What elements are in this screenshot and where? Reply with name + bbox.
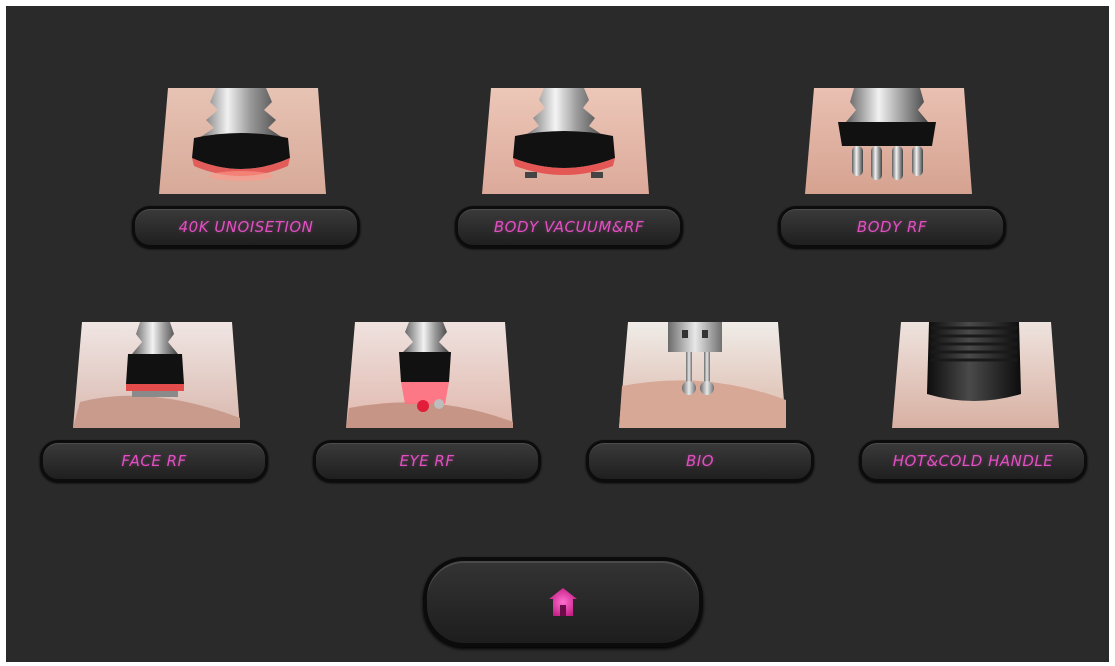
eye-rf-handle-icon[interactable] (313, 322, 543, 432)
menu-button-body-vacuum-rf[interactable]: BODY VACUUM&RF (455, 206, 683, 248)
menu-label: HOT&COLD HANDLE (892, 452, 1054, 470)
menu-label: 40K UNOISETION (178, 218, 314, 236)
menu-label: BODY VACUUM&RF (493, 218, 645, 236)
bio-handle-icon[interactable] (586, 322, 816, 432)
menu-label: EYE RF (399, 452, 455, 470)
menu-tile-eye-rf[interactable]: EYE RF (313, 322, 543, 542)
face-rf-handle-icon[interactable] (40, 322, 270, 432)
menu-tile-face-rf[interactable]: FACE RF (40, 322, 270, 542)
menu-button-body-rf[interactable]: BODY RF (778, 206, 1006, 248)
menu-tile-cavitation[interactable]: 40K UNOISETION (126, 88, 360, 308)
hot-cold-handle-icon[interactable] (859, 322, 1089, 432)
menu-label: BODY RF (856, 218, 928, 236)
menu-button-bio[interactable]: BIO (586, 440, 814, 482)
home-button[interactable] (423, 557, 703, 647)
body-rf-handle-icon[interactable] (772, 88, 1002, 198)
menu-tile-body-vacuum-rf[interactable]: BODY VACUUM&RF (449, 88, 683, 308)
vacuum-rf-handle-icon[interactable] (449, 88, 679, 198)
menu-tile-hot-cold[interactable]: HOT&COLD HANDLE (859, 322, 1089, 542)
menu-button-eye-rf[interactable]: EYE RF (313, 440, 541, 482)
menu-button-face-rf[interactable]: FACE RF (40, 440, 268, 482)
treatment-menu-screen: 40K UNOISETION BODY VACUUM&RF BODY RF FA… (6, 6, 1109, 662)
menu-tile-body-rf[interactable]: BODY RF (772, 88, 1006, 308)
menu-button-hot-cold[interactable]: HOT&COLD HANDLE (859, 440, 1087, 482)
home-icon (549, 588, 577, 616)
menu-label: BIO (685, 452, 715, 470)
menu-tile-bio[interactable]: BIO (586, 322, 816, 542)
menu-button-cavitation[interactable]: 40K UNOISETION (132, 206, 360, 248)
cavitation-handle-icon[interactable] (126, 88, 356, 198)
menu-label: FACE RF (121, 452, 187, 470)
